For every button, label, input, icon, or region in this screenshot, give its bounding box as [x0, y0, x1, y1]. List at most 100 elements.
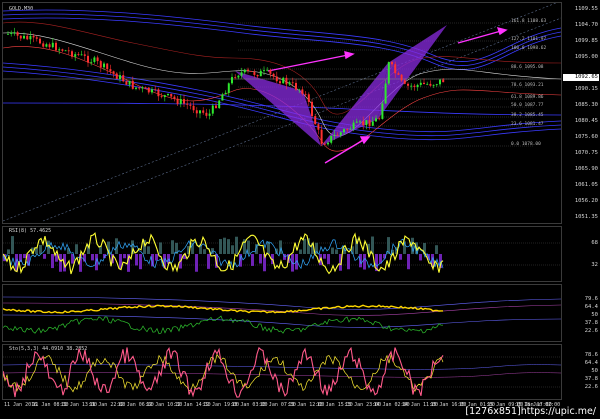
rsi-histogram-bar	[67, 248, 70, 254]
candle-body	[141, 87, 144, 89]
candle-body	[355, 121, 358, 123]
candle-body	[157, 89, 160, 97]
candle-body	[291, 82, 294, 84]
candle-body	[167, 93, 169, 96]
candle-body	[202, 110, 205, 113]
candle-body	[170, 93, 173, 97]
rsi-histogram-bar	[219, 239, 222, 254]
candle-body	[211, 105, 214, 114]
rsi-histogram-bar	[11, 236, 14, 254]
watermark: [1276x851]https://upic.me/	[465, 406, 596, 417]
oscillator-axis: 79.6 64.4 50 37.8 22.6	[563, 284, 600, 342]
rsi-histogram-bar	[207, 254, 210, 269]
fib-level: 23.6 1081.47	[511, 122, 544, 127]
rsi-histogram-bar	[363, 254, 366, 270]
price-chart-canvas[interactable]	[3, 3, 561, 223]
fib-level: 88.6 1095.08	[511, 65, 544, 70]
rsi-histogram-bar	[223, 237, 226, 254]
candle-body	[272, 73, 275, 77]
osc-tick: 22.6	[584, 328, 598, 334]
candle-body	[208, 113, 211, 116]
osc-tick: 79.6	[584, 296, 598, 302]
candle-body	[423, 82, 425, 85]
rsi-axis: 68 32	[563, 226, 600, 282]
candle-body	[48, 44, 51, 48]
candle-body	[311, 101, 313, 117]
candle-body	[362, 121, 365, 126]
candle-body	[103, 63, 105, 68]
candle-body	[442, 79, 445, 83]
rsi-histogram-bar	[123, 254, 126, 259]
candle-body	[128, 80, 131, 85]
price-tick: 1056.20	[574, 198, 598, 204]
candle-body	[333, 134, 336, 136]
candle-body	[432, 84, 435, 86]
stochastic-pane[interactable]: Sto(5,3,3) 44.0910 38.2852	[2, 344, 562, 400]
candle-body	[336, 134, 339, 136]
candle-body	[135, 87, 137, 89]
candle-body	[99, 61, 102, 68]
candle-body	[426, 83, 429, 85]
candle-body	[323, 143, 326, 145]
rsi-histogram-bar	[399, 254, 402, 260]
oscillator-pane[interactable]	[2, 284, 562, 342]
candle-body	[23, 35, 25, 39]
candle-body	[413, 85, 416, 87]
rsi-histogram-bar	[327, 254, 330, 265]
price-chart-pane[interactable]: GOLD,M30 161.8 1108.63 127.2 1101.97 100…	[2, 2, 562, 224]
candle-body	[131, 80, 134, 89]
rsi-histogram-bar	[251, 254, 254, 266]
candle-body	[173, 96, 176, 99]
candle-body	[368, 120, 371, 126]
candle-body	[298, 89, 301, 91]
rsi-pane[interactable]: RSI(8) 57.4625	[2, 226, 562, 282]
rsi-histogram-bar	[147, 246, 150, 254]
sto-tick: 64.4	[584, 360, 598, 366]
candle-body	[179, 99, 182, 104]
candle-body	[67, 50, 70, 52]
candle-body	[259, 70, 262, 77]
candle-body	[279, 81, 281, 84]
price-tick: 1075.60	[574, 134, 598, 140]
rsi-tick: 68	[591, 240, 598, 246]
candle-body	[13, 32, 16, 34]
rsi-histogram-bar	[235, 236, 238, 254]
candle-body	[106, 63, 109, 70]
candle-body	[282, 77, 285, 84]
rsi-histogram-bar	[347, 254, 350, 270]
rsi-histogram-bar	[35, 248, 38, 254]
rsi-histogram-bar	[303, 238, 306, 254]
rsi-histogram-bar	[419, 254, 422, 261]
candle-body	[115, 73, 118, 79]
candle-body	[144, 87, 147, 89]
rsi-histogram-bar	[95, 254, 98, 271]
rsi-histogram-bar	[239, 254, 242, 267]
candle-body	[243, 69, 246, 73]
candle-body	[301, 89, 304, 94]
rsi-histogram-bar	[39, 244, 42, 254]
rsi-histogram-bar	[59, 254, 62, 272]
candle-body	[384, 83, 387, 104]
rsi-histogram-bar	[259, 254, 262, 264]
candle-body	[256, 74, 259, 77]
candle-body	[394, 64, 397, 74]
candle-body	[42, 43, 45, 47]
candle-body	[317, 124, 320, 130]
candle-body	[343, 129, 345, 133]
candle-body	[215, 105, 217, 109]
candle-body	[419, 82, 422, 85]
candle-body	[295, 82, 297, 90]
fib-level: 78.6 1093.21	[511, 83, 544, 88]
candle-body	[352, 122, 355, 129]
price-tick: 1061.05	[574, 182, 598, 188]
rsi-canvas	[3, 232, 561, 275]
rsi-histogram-bar	[195, 254, 198, 272]
rsi-histogram-bar	[299, 249, 302, 254]
candle-body	[416, 84, 419, 87]
candle-body	[64, 50, 67, 52]
candle-body	[365, 120, 368, 126]
rsi-histogram-bar	[171, 240, 174, 254]
candle-body	[391, 62, 393, 65]
rsi-histogram-bar	[155, 254, 158, 261]
candle-body	[403, 80, 406, 84]
